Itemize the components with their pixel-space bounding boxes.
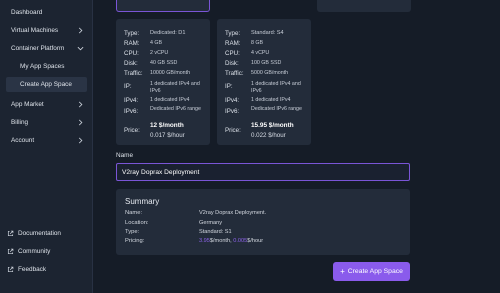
sidebar-item-account[interactable]: Account <box>0 133 93 148</box>
plan-type-value: Dedicated: D1 <box>150 30 186 36</box>
plan-ipv4-value: 1 dedicated IPv4 <box>251 97 291 103</box>
sidebar-item-label: Virtual Machines <box>11 27 59 34</box>
plan-ipv4-label: IPv4: <box>124 97 139 104</box>
external-link-icon <box>7 248 14 255</box>
main-content: Type: Dedicated: D1 RAM: 4 GB CPU: 2 vCP… <box>93 0 500 293</box>
plan-ipv4-label: IPv4: <box>225 97 240 104</box>
plan-type-value: Standard: S4 <box>251 30 284 36</box>
sidebar-item-app-market[interactable]: App Market <box>0 97 93 112</box>
plan-disk-value: 100 GB SSD <box>251 60 282 66</box>
chevron-right-icon <box>78 27 83 34</box>
plan-card[interactable] <box>317 0 411 12</box>
sidebar-item-create-app-space[interactable]: Create App Space <box>6 77 87 92</box>
create-app-space-button[interactable]: + Create App Space <box>333 262 410 281</box>
plan-ipv6-value: Dedicated IPv6 range <box>251 106 302 112</box>
plan-card[interactable]: Type: Dedicated: D1 RAM: 4 GB CPU: 2 vCP… <box>116 19 210 145</box>
summary-price-hour: 0.005 <box>233 238 248 244</box>
plan-ip-value: 1 dedicated IPv4 and IPv6 <box>251 81 301 94</box>
plan-cpu-label: CPU: <box>225 50 240 57</box>
plan-ipv6-label: IPv6: <box>124 108 139 115</box>
sidebar-item-label: Create App Space <box>20 81 72 88</box>
sidebar-item-billing[interactable]: Billing <box>0 115 93 130</box>
external-link-icon <box>7 266 14 273</box>
summary-type-value: Standard: S1 <box>199 229 232 235</box>
sidebar-link-label: Feedback <box>18 266 47 273</box>
summary-price-month-unit: $/month, <box>209 238 234 244</box>
plan-price-label: Price: <box>225 127 241 134</box>
plan-price-hour: 0.017 $/hour <box>150 132 185 139</box>
plan-ip-label: IP: <box>124 83 132 90</box>
sidebar-item-label: My App Spaces <box>20 63 65 70</box>
chevron-right-icon <box>78 137 83 144</box>
sidebar-item-virtual-machines[interactable]: Virtual Machines <box>0 23 93 38</box>
plan-ip-value: 1 dedicated IPv4 and IPv6 <box>150 81 200 94</box>
plan-price-month: 12 $/month <box>150 122 184 129</box>
plan-type-label: Type: <box>124 30 140 37</box>
summary-panel: Summary Name: V2ray Doprax Deployment. L… <box>116 189 410 255</box>
sidebar-item-label: Dashboard <box>11 9 43 16</box>
create-app-space-button-label: Create App Space <box>347 268 403 275</box>
sidebar-item-container-platform[interactable]: Container Platform <box>0 41 93 56</box>
summary-pricing-value: 3.95$/month, 0.005$/hour <box>199 238 263 244</box>
plan-ram-label: RAM: <box>124 40 140 47</box>
summary-name-value: V2ray Doprax Deployment. <box>199 210 267 216</box>
summary-title: Summary <box>125 197 160 206</box>
plan-disk-value: 40 GB SSD <box>150 60 178 66</box>
plan-card[interactable]: Type: Standard: S4 RAM: 8 GB CPU: 4 vCPU… <box>217 19 311 145</box>
sidebar-link-community[interactable]: Community <box>0 244 93 259</box>
chevron-down-icon <box>77 46 84 51</box>
plan-disk-label: Disk: <box>225 60 239 67</box>
plan-ipv4-value: 1 dedicated IPv4 <box>150 97 190 103</box>
chevron-right-icon <box>78 119 83 126</box>
sidebar-item-label: Account <box>11 137 35 144</box>
plan-ip-label: IP: <box>225 83 233 90</box>
plan-cpu-label: CPU: <box>124 50 139 57</box>
plan-traffic-value: 5000 GB/month <box>251 70 289 76</box>
sidebar-item-my-app-spaces[interactable]: My App Spaces <box>0 59 93 74</box>
plan-cpu-value: 2 vCPU <box>150 50 169 56</box>
plan-card-selected[interactable] <box>116 0 210 12</box>
plan-ipv6-value: Dedicated IPv6 range <box>150 106 201 112</box>
plan-traffic-label: Traffic: <box>225 70 244 77</box>
sidebar-item-label: App Market <box>11 101 44 108</box>
summary-location-value: Germany <box>199 220 223 226</box>
plan-ram-label: RAM: <box>225 40 241 47</box>
plan-traffic-label: Traffic: <box>124 70 143 77</box>
sidebar-item-label: Billing <box>11 119 29 126</box>
plan-cpu-value: 4 vCPU <box>251 50 270 56</box>
sidebar: Dashboard Virtual Machines Container Pla… <box>0 0 93 293</box>
sidebar-item-dashboard[interactable]: Dashboard <box>0 5 93 20</box>
sidebar-link-label: Community <box>18 248 51 255</box>
name-field-label: Name <box>116 152 134 159</box>
sidebar-link-documentation[interactable]: Documentation <box>0 226 93 241</box>
plan-price-label: Price: <box>124 127 140 134</box>
summary-pricing-label: Pricing: <box>125 238 145 244</box>
chevron-right-icon <box>78 101 83 108</box>
plan-ram-value: 8 GB <box>251 40 264 46</box>
plan-price-hour: 0.022 $/hour <box>251 132 286 139</box>
summary-type-label: Type: <box>125 229 140 235</box>
summary-name-label: Name: <box>125 210 143 216</box>
summary-location-label: Location: <box>125 220 149 226</box>
plan-price-month: 15.95 $/month <box>251 122 294 129</box>
plan-disk-label: Disk: <box>124 60 138 67</box>
plus-icon: + <box>340 267 345 276</box>
plan-traffic-value: 10000 GB/month <box>150 70 191 76</box>
sidebar-link-feedback[interactable]: Feedback <box>0 262 93 277</box>
plan-ram-value: 4 GB <box>150 40 163 46</box>
plan-ipv6-label: IPv6: <box>225 108 240 115</box>
summary-price-month: 3.95 <box>199 238 210 244</box>
sidebar-item-label: Container Platform <box>11 45 65 52</box>
app-space-name-input[interactable] <box>116 163 410 181</box>
summary-price-hour-unit: $/hour <box>247 238 264 244</box>
external-link-icon <box>7 230 14 237</box>
plan-type-label: Type: <box>225 30 241 37</box>
sidebar-link-label: Documentation <box>18 230 61 237</box>
